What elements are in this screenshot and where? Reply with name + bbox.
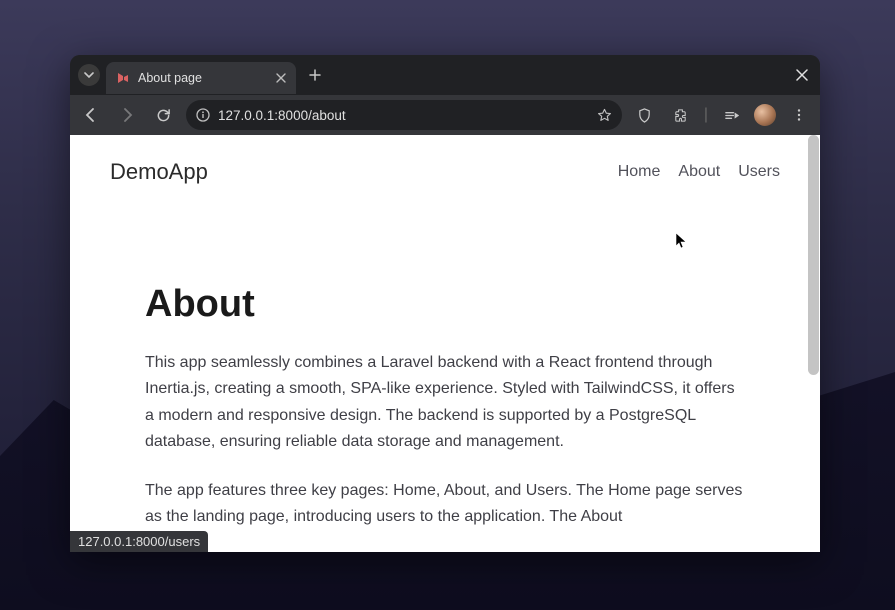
page-content: About This app seamlessly combines a Lar… bbox=[125, 283, 765, 530]
about-paragraph-1: This app seamlessly combines a Laravel b… bbox=[145, 350, 745, 456]
reload-button[interactable] bbox=[150, 102, 176, 128]
page-heading: About bbox=[145, 283, 745, 326]
tab-strip: About page bbox=[70, 55, 820, 95]
tab-title: About page bbox=[138, 71, 202, 85]
nav-users[interactable]: Users bbox=[738, 163, 780, 181]
kebab-menu-icon[interactable] bbox=[786, 102, 812, 128]
site-info-icon[interactable] bbox=[196, 108, 210, 122]
window-close-icon[interactable] bbox=[796, 69, 808, 81]
back-button[interactable] bbox=[78, 102, 104, 128]
page-viewport: DemoApp Home About Users About This app … bbox=[70, 135, 820, 552]
vertical-scrollbar[interactable] bbox=[807, 135, 820, 552]
site-header: DemoApp Home About Users bbox=[70, 135, 820, 193]
browser-toolbar: 127.0.0.1:8000/about | bbox=[70, 95, 820, 135]
tab-close-icon[interactable] bbox=[276, 73, 286, 83]
tab-search-button[interactable] bbox=[78, 64, 100, 86]
extensions-icon[interactable] bbox=[668, 102, 694, 128]
address-bar[interactable]: 127.0.0.1:8000/about bbox=[186, 100, 622, 130]
site-nav: Home About Users bbox=[618, 163, 780, 181]
link-hover-status: 127.0.0.1:8000/users bbox=[70, 531, 208, 552]
forward-button[interactable] bbox=[114, 102, 140, 128]
tab-active[interactable]: About page bbox=[106, 62, 296, 94]
browser-window: About page 127.0.0.1:8000/about bbox=[70, 55, 820, 552]
new-tab-button[interactable] bbox=[302, 62, 328, 88]
media-control-icon[interactable] bbox=[718, 102, 744, 128]
laravel-favicon-icon bbox=[116, 71, 130, 85]
about-paragraph-2: The app features three key pages: Home, … bbox=[145, 478, 745, 531]
mouse-cursor-icon bbox=[676, 233, 688, 249]
nav-about[interactable]: About bbox=[678, 163, 720, 181]
toolbar-separator: | bbox=[704, 106, 708, 124]
nav-home[interactable]: Home bbox=[618, 163, 661, 181]
url-text: 127.0.0.1:8000/about bbox=[218, 108, 346, 123]
shield-icon[interactable] bbox=[632, 102, 658, 128]
site-logo[interactable]: DemoApp bbox=[110, 159, 208, 185]
scrollbar-thumb[interactable] bbox=[808, 135, 819, 375]
bookmark-star-icon[interactable] bbox=[597, 108, 612, 123]
profile-avatar[interactable] bbox=[754, 104, 776, 126]
